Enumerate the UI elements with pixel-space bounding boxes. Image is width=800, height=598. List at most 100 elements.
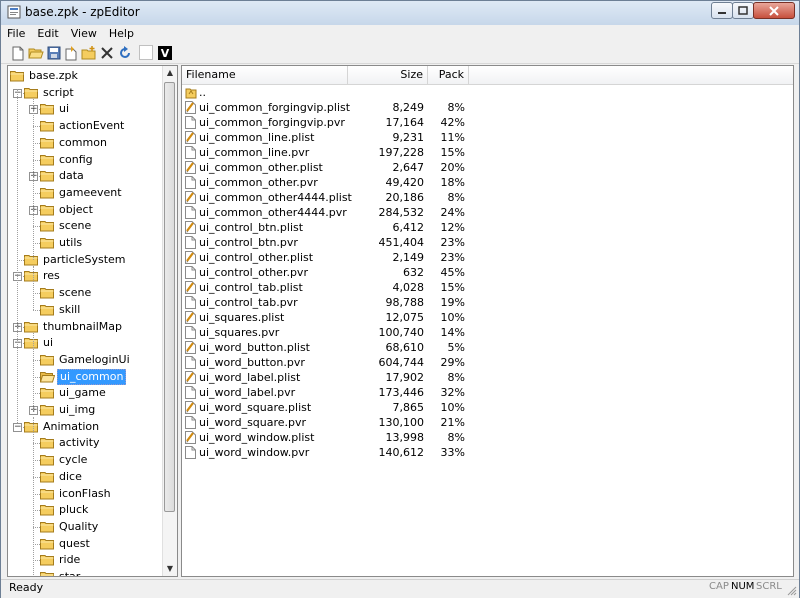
tree-item-ui-game[interactable]: ui_game (8, 385, 163, 401)
tree-item-ui[interactable]: + ui (8, 101, 163, 117)
tree-item-quest[interactable]: quest (8, 536, 163, 552)
tree-item-star[interactable]: star (8, 569, 163, 576)
tree-item-skill[interactable]: skill (8, 302, 163, 318)
tree-item-config[interactable]: config (8, 152, 163, 168)
scroll-down-arrow[interactable]: ▼ (163, 562, 177, 576)
tree-item-label: GameloginUi (59, 352, 130, 366)
tree-item-object[interactable]: + object (8, 202, 163, 218)
column-header-pack[interactable]: Pack (428, 66, 469, 84)
parent-directory-row[interactable]: .. (182, 85, 793, 100)
file-row[interactable]: ui_common_other.pvr 49,420 18% (182, 175, 793, 190)
file-row[interactable]: ui_common_other4444.pvr 284,532 24% (182, 205, 793, 220)
close-button[interactable] (753, 2, 795, 19)
menu-view[interactable]: View (65, 25, 103, 43)
v-button[interactable]: V (158, 46, 172, 60)
tree-connector-line (33, 192, 40, 194)
tree-item-iconflash[interactable]: iconFlash (8, 486, 163, 502)
tree-item-cycle[interactable]: cycle (8, 452, 163, 468)
tree-item-data[interactable]: + data (8, 168, 163, 184)
blank-button[interactable] (139, 45, 153, 60)
extract-button[interactable] (63, 45, 79, 61)
file-row[interactable]: ui_word_button.plist 68,610 5% (182, 340, 793, 355)
new-button[interactable] (10, 45, 26, 61)
maximize-icon (738, 6, 748, 15)
window-title: base.zpk - zpEditor (25, 5, 140, 19)
tree-item-animation[interactable]: − Animation (8, 419, 163, 435)
file-row[interactable]: ui_word_square.plist 7,865 10% (182, 400, 793, 415)
add-folder-button[interactable] (81, 45, 97, 61)
tree-vertical-scrollbar[interactable]: ▲ ▼ (162, 66, 177, 576)
folder-tree[interactable]: base.zpk − script + ui actionEvent common confi… (7, 65, 178, 577)
file-row[interactable]: ui_word_window.plist 13,998 8% (182, 430, 793, 445)
tree-item-script[interactable]: − script (8, 85, 163, 101)
file-row[interactable]: ui_control_tab.pvr 98,788 19% (182, 295, 793, 310)
tree-item-dice[interactable]: dice (8, 469, 163, 485)
tree-item-gameloginui[interactable]: GameloginUi (8, 352, 163, 368)
delete-button[interactable] (99, 45, 115, 61)
file-row[interactable]: ui_squares.plist 12,075 10% (182, 310, 793, 325)
tree-item-label: particleSystem (43, 252, 126, 266)
file-row[interactable]: ui_control_tab.plist 4,028 15% (182, 280, 793, 295)
refresh-button[interactable] (117, 45, 133, 61)
menu-file[interactable]: File (1, 25, 31, 43)
menu-edit[interactable]: Edit (31, 25, 64, 43)
tree-item-quality[interactable]: Quality (8, 519, 163, 535)
tree-item-scene[interactable]: scene (8, 285, 163, 301)
file-row[interactable]: ui_common_forgingvip.pvr 17,164 42% (182, 115, 793, 130)
tree-item-ride[interactable]: ride (8, 552, 163, 568)
extract-icon (65, 45, 77, 60)
file-row[interactable]: ui_word_button.pvr 604,744 29% (182, 355, 793, 370)
scroll-thumb[interactable] (164, 82, 175, 512)
file-row[interactable]: ui_common_other4444.plist 20,186 8% (182, 190, 793, 205)
save-button[interactable] (46, 45, 62, 61)
tree-item-pluck[interactable]: pluck (8, 502, 163, 518)
maximize-button[interactable] (732, 2, 754, 19)
file-row[interactable]: ui_common_line.pvr 197,228 15% (182, 145, 793, 160)
window-controls (711, 2, 795, 20)
file-row[interactable]: ui_control_other.pvr 632 45% (182, 265, 793, 280)
file-row[interactable]: ui_common_other.plist 2,647 20% (182, 160, 793, 175)
tree-item-activity[interactable]: activity (8, 435, 163, 451)
column-header-filename[interactable]: Filename (182, 66, 348, 84)
file-row[interactable]: ui_control_btn.plist 6,412 12% (182, 220, 793, 235)
tree-connector-line (33, 526, 40, 528)
file-row[interactable]: ui_word_label.pvr 173,446 32% (182, 385, 793, 400)
file-row[interactable]: ui_common_forgingvip.plist 8,249 8% (182, 100, 793, 115)
minimize-button[interactable] (711, 2, 733, 19)
resize-grip-icon[interactable] (787, 586, 797, 596)
tree-item-ui-common[interactable]: ui_common (8, 368, 163, 385)
collapse-icon[interactable]: − (13, 422, 22, 432)
file-row[interactable]: ui_control_btn.pvr 451,404 23% (182, 235, 793, 250)
tree-item-base-zpk[interactable]: base.zpk (8, 68, 163, 84)
tree-item-gameevent[interactable]: gameevent (8, 185, 163, 201)
file-row[interactable]: ui_word_label.plist 17,902 8% (182, 370, 793, 385)
file-pack-ratio: 11% (440, 131, 465, 144)
file-row[interactable]: ui_control_other.plist 2,149 23% (182, 250, 793, 265)
tree-item-ui[interactable]: − ui (8, 335, 163, 351)
tree-item-actionevent[interactable]: actionEvent (8, 118, 163, 134)
tree-item-utils[interactable]: utils (8, 235, 163, 251)
folder-icon (40, 471, 55, 483)
file-pack-ratio: 14% (440, 326, 465, 339)
tree-item-scene[interactable]: scene (8, 218, 163, 234)
column-header-size[interactable]: Size (348, 66, 428, 84)
file-row[interactable]: ui_word_window.pvr 140,612 33% (182, 445, 793, 460)
file-list[interactable]: Filename Size Pack .. ui_common_forgingvi… (181, 65, 794, 577)
file-row[interactable]: ui_common_line.plist 9,231 11% (182, 130, 793, 145)
tree-item-label: utils (59, 236, 83, 249)
tree-item-ui-img[interactable]: + ui_img (8, 402, 163, 418)
tree-item-common[interactable]: common (8, 135, 163, 151)
tree-connector-line (33, 476, 40, 478)
menu-help[interactable]: Help (103, 25, 140, 43)
file-size: 12,075 (385, 311, 425, 324)
pvr-file-icon (185, 326, 196, 339)
tree-item-thumbnailmap[interactable]: + thumbnailMap (8, 319, 163, 335)
scroll-up-arrow[interactable]: ▲ (163, 66, 177, 80)
tree-item-particlesystem[interactable]: particleSystem (8, 252, 163, 268)
tree-item-res[interactable]: − res (8, 268, 163, 284)
file-row[interactable]: ui_squares.pvr 100,740 14% (182, 325, 793, 340)
open-button[interactable] (28, 45, 44, 61)
title-bar[interactable]: base.zpk - zpEditor (1, 1, 799, 25)
file-row[interactable]: ui_word_square.pvr 130,100 21% (182, 415, 793, 430)
file-pack-ratio: 24% (440, 206, 465, 219)
